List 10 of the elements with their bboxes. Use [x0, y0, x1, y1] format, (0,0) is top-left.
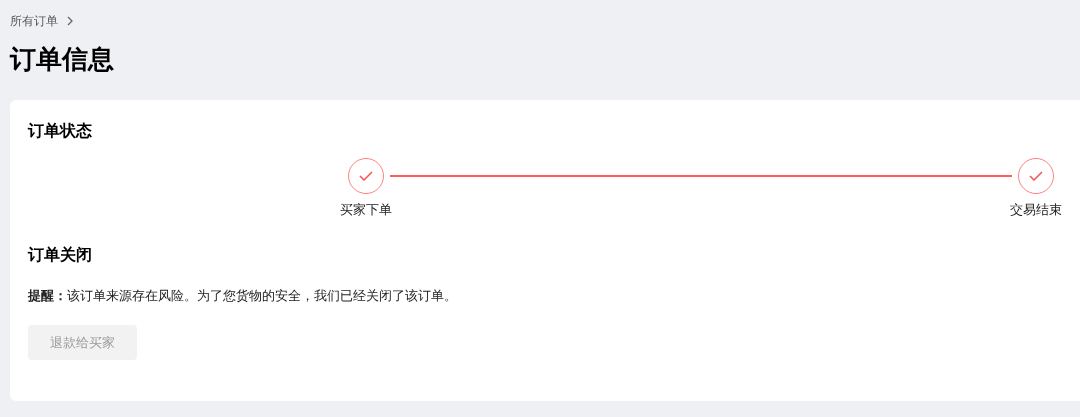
page-title: 订单信息 [10, 43, 115, 76]
step-label: 交易结束 [1010, 201, 1062, 219]
section-heading: 订单状态 [28, 121, 93, 141]
step-label: 买家下单 [340, 201, 392, 219]
section-heading: 订单关闭 [28, 244, 93, 265]
breadcrumb-link[interactable]: 所有订单 [10, 12, 58, 30]
check-icon [359, 171, 373, 181]
chevron-right-icon [66, 16, 74, 26]
check-icon [1029, 171, 1043, 181]
notice-text: 提醒：该订单来源存在风险。为了您货物的安全，我们已经关闭了该订单。 [28, 286, 458, 305]
